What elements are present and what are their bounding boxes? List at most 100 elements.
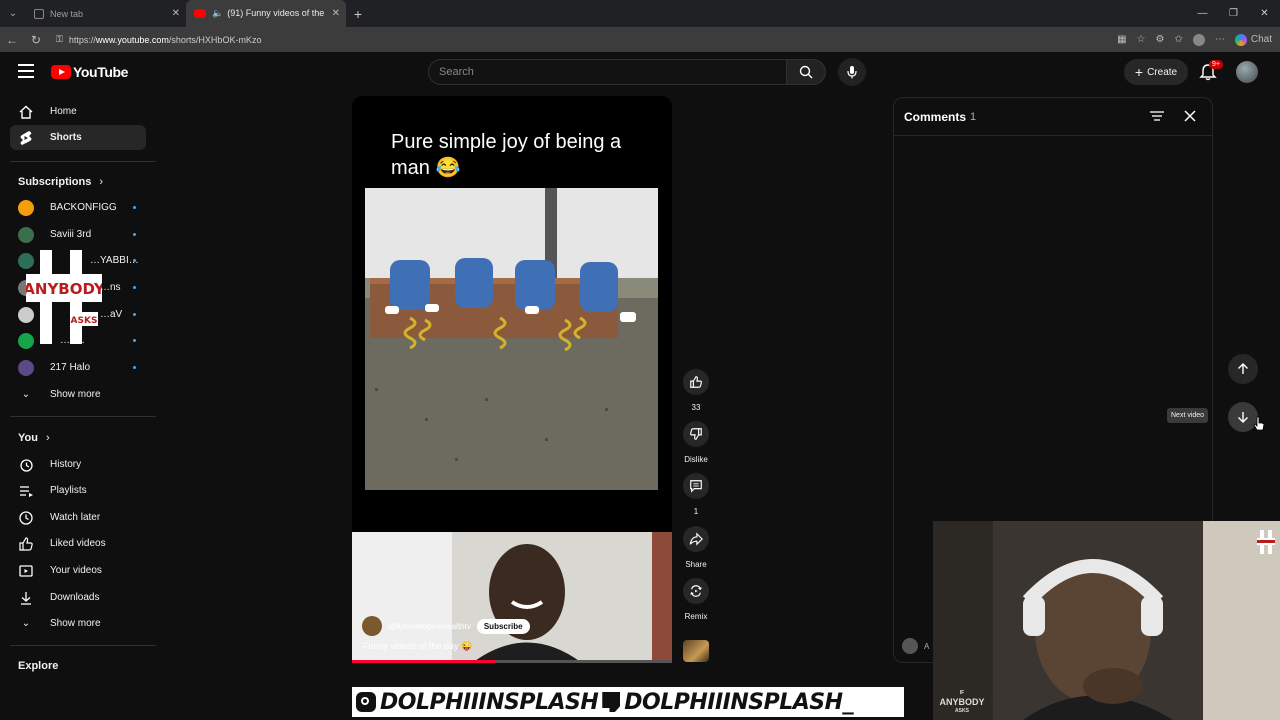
add-comment-field[interactable]: A <box>902 638 929 654</box>
channel-avatar <box>18 359 34 376</box>
comment-icon <box>690 480 702 493</box>
comments-action: 1 <box>683 473 709 516</box>
subscription-item[interactable]: 217 Halo <box>10 355 146 380</box>
logo-anybody-text: ANYBODY <box>939 697 985 707</box>
url-field[interactable]: ⚿ https://www.youtube.com/shorts/HXHbOK-… <box>52 30 1092 49</box>
sidebar-item-home[interactable]: Home <box>10 99 146 124</box>
you-header[interactable]: You › <box>18 432 50 444</box>
channel-avatar <box>18 226 34 243</box>
shorts-player[interactable]: Pure simple joy of being a man 😂 <box>352 96 672 536</box>
new-tab-button[interactable]: + <box>346 6 370 22</box>
new-content-dot <box>133 339 136 342</box>
favorites-icon[interactable]: ✩ <box>1174 34 1182 45</box>
maximize-icon[interactable]: ❐ <box>1218 8 1249 19</box>
like-action: 33 <box>683 369 709 412</box>
close-tab-icon[interactable]: ✕ <box>172 8 180 19</box>
overlay-logo-subtext: ASKS <box>71 316 98 326</box>
speaker-icon[interactable]: 🔈 <box>212 8 223 19</box>
sort-icon[interactable] <box>1150 110 1164 122</box>
close-window-icon[interactable]: ✕ <box>1249 8 1280 19</box>
close-icon[interactable] <box>1182 108 1198 124</box>
sidebar-item-label: Watch later <box>50 512 101 523</box>
reload-icon[interactable]: ↻ <box>24 33 48 47</box>
tab-actions-menu[interactable]: ⌄ <box>0 0 26 27</box>
anybody-asks-logo-overlay: ANYBODY ASKS <box>26 250 102 344</box>
previous-video-button[interactable] <box>1228 354 1258 384</box>
share-button[interactable] <box>683 526 709 552</box>
microphone-icon <box>847 66 857 79</box>
close-tab-icon[interactable]: ✕ <box>332 8 340 19</box>
subscription-item[interactable]: Saviii 3rd <box>10 222 146 247</box>
history-icon <box>18 457 34 473</box>
user-avatar <box>902 638 918 654</box>
app-available-icon[interactable]: ▦ <box>1117 34 1126 45</box>
subscriptions-header[interactable]: Subscriptions › <box>18 176 103 188</box>
show-more-subscriptions[interactable]: ⌄ Show more <box>10 382 146 407</box>
plus-icon: + <box>1134 64 1144 80</box>
like-count: 33 <box>691 403 701 412</box>
mouse-cursor-icon <box>1253 416 1265 431</box>
tab-title: New tab <box>50 8 84 19</box>
comments-header: Comments 1 <box>894 98 1212 136</box>
subscription-label: …ns <box>100 282 121 293</box>
account-avatar[interactable] <box>1236 61 1258 83</box>
browser-tab-bar: ⌄ New tab ✕ 🔈 (91) Funny videos of the d… <box>0 0 1280 27</box>
menu-icon[interactable] <box>18 64 34 78</box>
minimize-icon[interactable]: — <box>1187 8 1218 19</box>
show-more-label: Show more <box>50 618 101 629</box>
sidebar-item-label: Liked videos <box>50 538 106 549</box>
sidebar-item-downloads[interactable]: Downloads <box>10 585 146 610</box>
chevron-down-icon: ⌄ <box>21 389 31 400</box>
sidebar-item-history[interactable]: History <box>10 452 146 477</box>
youtube-favicon-icon <box>194 9 206 18</box>
next-short-preview[interactable]: @Knowledgeiswealthtv Subscribe Funny vid… <box>352 532 672 663</box>
tab-new-tab[interactable]: New tab ✕ <box>26 0 186 27</box>
subscribe-button[interactable]: Subscribe <box>476 618 530 634</box>
share-action: Share <box>683 526 709 569</box>
channel-avatar[interactable] <box>362 616 382 636</box>
sidebar-item-watch-later[interactable]: Watch later <box>10 505 146 530</box>
page-icon <box>34 8 44 19</box>
sidebar-item-your-videos[interactable]: Your videos <box>10 558 146 583</box>
youtube-logo[interactable]: YouTube <box>51 64 128 80</box>
back-arrow-icon[interactable]: ← <box>0 33 24 47</box>
logo-asks-text: ASKS <box>955 708 969 714</box>
extensions-icon[interactable]: ⚙ <box>1156 34 1165 45</box>
audio-thumbnail[interactable] <box>683 640 709 662</box>
create-button[interactable]: + Create <box>1124 59 1188 85</box>
channel-avatar <box>18 199 34 216</box>
show-more-you[interactable]: ⌄ Show more <box>10 611 146 636</box>
twitch-icon <box>602 692 621 712</box>
sidebar-item-liked-videos[interactable]: Liked videos <box>10 531 146 556</box>
favorite-star-icon[interactable]: ☆ <box>1137 34 1146 45</box>
search-button[interactable] <box>786 59 826 85</box>
chat-button[interactable]: Chat <box>1234 33 1272 46</box>
voice-search-button[interactable] <box>838 58 866 86</box>
comments-title: Comments <box>904 110 967 124</box>
playback-progress-bar[interactable] <box>352 660 672 663</box>
sidebar-item-playlists[interactable]: Playlists <box>10 478 146 503</box>
dislike-button[interactable] <box>683 421 709 447</box>
comments-button[interactable] <box>683 473 709 499</box>
channel-name[interactable]: @Knowledgeiswealthtv <box>388 622 471 631</box>
playlists-icon <box>18 483 34 499</box>
like-button[interactable] <box>683 369 709 395</box>
dislike-action: Dislike <box>683 421 709 464</box>
you-title: You <box>18 432 38 444</box>
tab-youtube[interactable]: 🔈 (91) Funny videos of the day 😜 ✕ <box>186 0 346 27</box>
address-bar-row: ← ↻ ⚿ https://www.youtube.com/shorts/HXH… <box>0 27 1280 52</box>
sidebar-item-shorts[interactable]: Shorts <box>10 125 146 150</box>
remix-label: Remix <box>684 612 708 621</box>
subscriptions-title: Subscriptions <box>18 176 92 188</box>
home-icon <box>18 104 34 120</box>
progress-fill <box>352 660 496 663</box>
subscription-item[interactable]: BACKONFIGG <box>10 195 146 220</box>
browser-toolbar: ▦ ☆ ⚙ ✩ ⋯ Chat <box>1117 33 1272 46</box>
sidebar-item-label: History <box>50 459 82 470</box>
video-frame[interactable] <box>365 188 658 490</box>
search-input[interactable]: Search <box>428 59 787 85</box>
short-title[interactable]: Funny videos of the day 😜 <box>363 641 472 652</box>
profile-icon[interactable] <box>1192 33 1205 46</box>
more-icon[interactable]: ⋯ <box>1215 34 1225 45</box>
remix-button[interactable] <box>683 578 709 604</box>
